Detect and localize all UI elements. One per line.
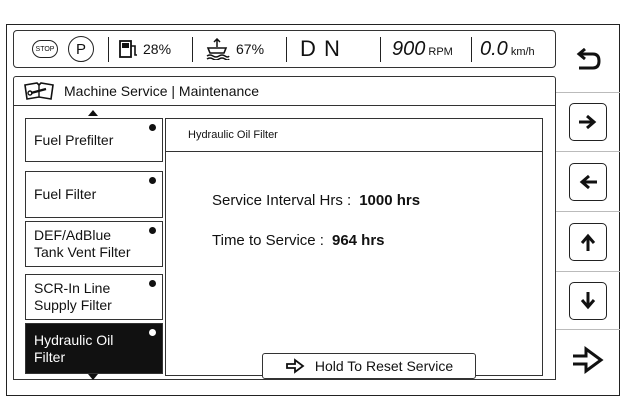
list-item-label: Fuel Filter [34, 186, 97, 202]
gear-state: D N [300, 36, 341, 61]
enter-arrow-icon [285, 358, 305, 374]
service-interval-label: Service Interval Hrs : [212, 192, 352, 209]
list-item-label: Fuel Prefilter [34, 131, 114, 148]
status-dot-icon [149, 329, 156, 336]
service-interval-value: 1000 hrs [359, 192, 421, 209]
list-scroll-up-icon[interactable] [88, 110, 98, 116]
rpm-value: 900 [392, 37, 426, 60]
left-button[interactable] [556, 152, 620, 212]
page-header: Machine Service | Maintenance [13, 76, 556, 106]
fuel-icon [119, 40, 137, 58]
list-item-label: Hydraulic Oil Filter [34, 331, 114, 365]
list-item-fuel-prefilter[interactable]: Fuel Prefilter [25, 118, 163, 162]
arrow-down-icon [569, 281, 607, 320]
speed-indicator: 0.0 km/h [480, 31, 535, 67]
hold-reset-service-button[interactable]: Hold To Reset Service [262, 353, 476, 379]
def-level: 67% [236, 41, 265, 57]
list-item-scr-supply-filter[interactable]: SCR-In Line Supply Filter [25, 274, 163, 320]
speed-unit: km/h [510, 46, 535, 58]
fuel-indicator: 28% [118, 31, 171, 67]
list-item-hydraulic-oil-filter[interactable]: Hydraulic Oil Filter [25, 323, 163, 374]
stop-icon: STOP [32, 40, 58, 58]
list-item-label: DEF/AdBlue Tank Vent Filter [34, 227, 131, 260]
service-manual-icon [24, 82, 54, 100]
list-item-fuel-filter[interactable]: Fuel Filter [25, 171, 163, 218]
park-indicator: P [68, 31, 94, 67]
detail-title: Hydraulic Oil Filter [166, 119, 542, 152]
enter-button[interactable] [556, 330, 620, 390]
down-button[interactable] [556, 272, 620, 330]
service-interval-row: Service Interval Hrs : 1000 hrs [212, 192, 420, 209]
status-dot-icon [149, 227, 156, 234]
stop-indicator: STOP [32, 31, 58, 67]
def-fluid-icon [206, 38, 230, 60]
detail-pane: Hydraulic Oil Filter Service Interval Hr… [165, 118, 543, 379]
back-icon [576, 48, 601, 70]
up-button[interactable] [556, 212, 620, 272]
def-indicator: 67% [204, 31, 264, 67]
time-to-service-row: Time to Service : 964 hrs [212, 232, 385, 249]
right-button[interactable] [556, 93, 620, 152]
enter-icon [573, 346, 604, 374]
status-dot-icon [149, 124, 156, 131]
gear-indicator: D N [300, 31, 341, 67]
reset-button-label: Hold To Reset Service [314, 358, 454, 374]
time-to-service-label: Time to Service : [212, 232, 324, 249]
time-to-service-value: 964 hrs [331, 232, 385, 249]
rpm-indicator: 900 RPM [392, 31, 453, 67]
status-dot-icon [149, 280, 156, 287]
arrow-right-icon [569, 103, 607, 141]
arrow-left-icon [569, 162, 607, 201]
fuel-level: 28% [143, 41, 172, 57]
list-item-label: SCR-In Line Supply Filter [34, 280, 112, 313]
page-title: Machine Service | Maintenance [64, 83, 260, 99]
status-bar: STOP P 28% 67% D N 900 RPM 0.0 km/h [13, 30, 556, 68]
list-item-def-vent-filter[interactable]: DEF/AdBlue Tank Vent Filter [25, 221, 163, 267]
status-dot-icon [149, 177, 156, 184]
parking-brake-icon: P [68, 36, 94, 62]
back-button[interactable] [556, 30, 620, 93]
speed-value: 0.0 [480, 37, 508, 60]
list-scroll-down-icon[interactable] [88, 374, 98, 380]
rpm-unit: RPM [428, 46, 453, 58]
arrow-up-icon [569, 222, 607, 261]
